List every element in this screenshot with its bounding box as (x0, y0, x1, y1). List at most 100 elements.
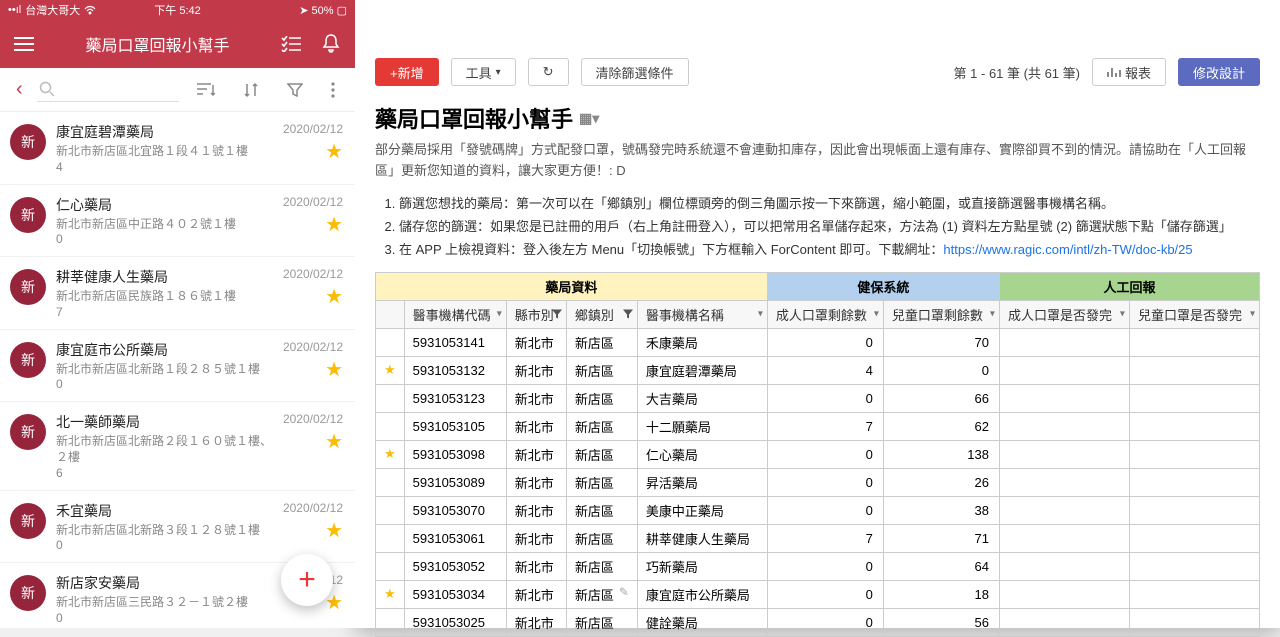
report-button[interactable]: 報表 (1092, 58, 1166, 86)
cell-name: 耕莘健康人生藥局 (637, 524, 767, 552)
list-item[interactable]: 新 禾宜藥局 新北市新店區北新路３段１２８號１樓 0 2020/02/12 ★ (0, 491, 355, 564)
row-star[interactable] (376, 384, 405, 412)
list-item[interactable]: 新 康宜庭市公所藥局 新北市新店區北新路１段２８５號１樓 0 2020/02/1… (0, 330, 355, 403)
table-row[interactable]: ★ 5931053132 新北市 新店區 康宜庭碧潭藥局 4 0 (376, 356, 1260, 384)
cell-adult-done (999, 552, 1129, 580)
chevron-down-icon[interactable]: ▾ (1250, 309, 1255, 320)
page-description: 部分藥局採用「發號碼牌」方式配發口罩，號碼發完時系統還不會連動扣庫存，因此會出現… (375, 140, 1260, 182)
table-row[interactable]: ★ 5931053098 新北市 新店區 仁心藥局 0 138 (376, 440, 1260, 468)
cell-child-done (1129, 496, 1259, 524)
column-header[interactable]: 兒童口罩剩餘數▾ (883, 300, 999, 328)
column-header[interactable]: 兒童口罩是否發完▾ (1129, 300, 1259, 328)
row-star[interactable]: ★ (376, 580, 405, 608)
chevron-down-icon[interactable]: ▾ (874, 309, 879, 320)
row-star[interactable]: ★ (376, 356, 405, 384)
filter-icon[interactable] (552, 310, 562, 319)
row-star[interactable] (376, 468, 405, 496)
table-row[interactable]: 5931053025 新北市 新店區 健詮藥局 0 56 (376, 608, 1260, 636)
pharmacy-count: 0 (56, 232, 273, 246)
row-star[interactable] (376, 608, 405, 636)
table-row[interactable]: 5931053105 新北市 新店區 十二願藥局 7 62 (376, 412, 1260, 440)
item-date: 2020/02/12 (283, 195, 343, 209)
avatar: 新 (10, 503, 46, 539)
download-link[interactable]: https://www.ragic.com/intl/zh-TW/doc-kb/… (943, 242, 1192, 257)
pencil-icon[interactable]: ✎ (619, 585, 629, 599)
avatar: 新 (10, 575, 46, 611)
table-row[interactable]: 5931053141 新北市 新店區 禾康藥局 0 70 (376, 328, 1260, 356)
column-header[interactable]: 縣市別 (506, 300, 566, 328)
cell-city: 新北市 (506, 580, 566, 608)
grid-filter-icon[interactable]: ▦▾ (579, 110, 599, 127)
table-row[interactable]: 5931053070 新北市 新店區 美康中正藥局 0 38 (376, 496, 1260, 524)
column-header[interactable]: 成人口罩剩餘數▾ (767, 300, 883, 328)
star-icon[interactable]: ★ (325, 215, 343, 235)
sort-arrows-icon[interactable] (233, 82, 269, 98)
refresh-button[interactable]: ↻ (528, 58, 569, 86)
star-icon[interactable]: ★ (325, 360, 343, 380)
tools-button[interactable]: 工具▾ (451, 58, 516, 86)
filter-icon[interactable] (277, 83, 313, 97)
sort-lines-icon[interactable] (187, 83, 225, 97)
list-item[interactable]: 新 北一藥師藥局 新北市新店區北新路２段１６０號１樓、２樓 6 2020/02/… (0, 402, 355, 490)
pharmacy-list[interactable]: 新 康宜庭碧潭藥局 新北市新店區北宜路１段４１號１樓 4 2020/02/12 … (0, 112, 355, 628)
cell-adult: 0 (767, 328, 883, 356)
cell-child: 64 (883, 552, 999, 580)
cell-child: 138 (883, 440, 999, 468)
cell-adult-done (999, 440, 1129, 468)
cell-adult-done (999, 384, 1129, 412)
design-button[interactable]: 修改設計 (1178, 58, 1260, 86)
row-star[interactable] (376, 552, 405, 580)
col-group-pharmacy: 藥局資料 (376, 272, 768, 300)
column-header[interactable]: 鄉鎮別 (566, 300, 637, 328)
item-date: 2020/02/12 (283, 501, 343, 515)
row-star[interactable] (376, 524, 405, 552)
add-fab[interactable]: + (281, 554, 333, 606)
cell-city: 新北市 (506, 412, 566, 440)
chevron-down-icon[interactable]: ▾ (990, 309, 995, 320)
table-row[interactable]: 5931053061 新北市 新店區 耕莘健康人生藥局 7 71 (376, 524, 1260, 552)
add-button[interactable]: +新增 (375, 58, 439, 86)
pharmacy-count: 0 (56, 377, 273, 391)
star-icon[interactable]: ★ (325, 287, 343, 307)
table-row[interactable]: 5931053052 新北市 新店區 巧新藥局 0 64 (376, 552, 1260, 580)
pharmacy-count: 6 (56, 466, 273, 480)
menu-icon[interactable] (12, 32, 36, 56)
back-button[interactable]: ‹ (10, 78, 29, 101)
row-star[interactable] (376, 496, 405, 524)
cell-code: 5931053123 (404, 384, 506, 412)
chevron-down-icon[interactable]: ▾ (758, 309, 763, 320)
pharmacy-address: 新北市新店區北新路３段１２８號１樓 (56, 523, 273, 539)
list-item[interactable]: 新 仁心藥局 新北市新店區中正路４０２號１樓 0 2020/02/12 ★ (0, 185, 355, 258)
cell-adult-done (999, 608, 1129, 636)
filter-icon[interactable] (623, 310, 633, 319)
cell-child-done (1129, 524, 1259, 552)
row-star[interactable] (376, 412, 405, 440)
cell-code: 5931053061 (404, 524, 506, 552)
more-icon[interactable] (321, 82, 345, 98)
star-icon[interactable]: ★ (325, 432, 343, 452)
row-star[interactable]: ★ (376, 440, 405, 468)
pharmacy-count: 0 (56, 538, 273, 552)
column-header[interactable]: 醫事機構名稱▾ (637, 300, 767, 328)
cell-city: 新北市 (506, 608, 566, 636)
table-row[interactable]: 5931053089 新北市 新店區 昇活藥局 0 26 (376, 468, 1260, 496)
star-icon[interactable]: ★ (325, 593, 343, 613)
checklist-icon[interactable] (279, 32, 303, 56)
bell-icon[interactable] (319, 32, 343, 56)
star-icon[interactable]: ★ (325, 142, 343, 162)
star-icon[interactable]: ★ (325, 521, 343, 541)
row-star[interactable] (376, 328, 405, 356)
column-header[interactable]: 醫事機構代碼▾ (404, 300, 506, 328)
list-item[interactable]: 新 耕莘健康人生藥局 新北市新店區民族路１８６號１樓 7 2020/02/12 … (0, 257, 355, 330)
chevron-down-icon[interactable]: ▾ (1120, 309, 1125, 320)
list-item[interactable]: 新 康宜庭碧潭藥局 新北市新店區北宜路１段４１號１樓 4 2020/02/12 … (0, 112, 355, 185)
pharmacy-address: 新北市新店區北宜路１段４１號１樓 (56, 144, 273, 160)
column-header[interactable]: 成人口罩是否發完▾ (999, 300, 1129, 328)
clear-filter-button[interactable]: 清除篩選條件 (581, 58, 689, 86)
chevron-down-icon[interactable]: ▾ (497, 309, 502, 320)
search-input[interactable] (37, 77, 179, 102)
pharmacy-address: 新北市新店區三民路３２－１號２樓 (56, 595, 273, 611)
table-row[interactable]: 5931053123 新北市 新店區 大吉藥局 0 66 (376, 384, 1260, 412)
table-row[interactable]: ★ 5931053034 新北市 新店區✎ 康宜庭市公所藥局 0 18 (376, 580, 1260, 608)
cell-district: 新店區 (566, 468, 637, 496)
